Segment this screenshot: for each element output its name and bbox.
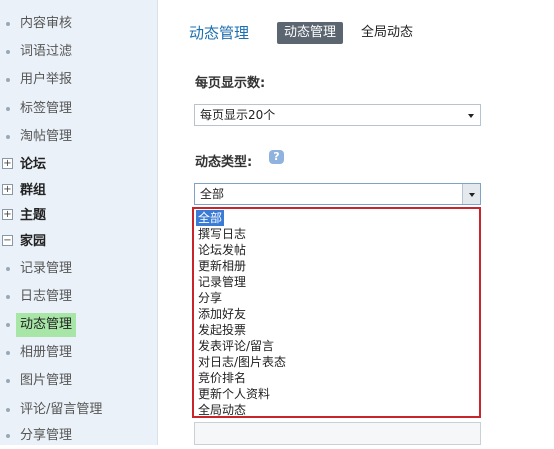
feed-type-dropdown-list: 全部 撰写日志 论坛发帖 更新相册 记录管理 分享 添加好友 发起投票 发表评论… [192,207,481,418]
sidebar-item-label: 日志管理 [20,289,73,304]
per-page-value: 每页显示20个 [200,108,276,122]
hidden-input-field[interactable] [194,422,481,445]
sidebar-group-label: 群组 [20,183,47,198]
sidebar: 内容审核 词语过滤 用户举报 标签管理 淘帖管理 + 论坛 + 群组 + 主题 … [0,0,158,445]
sidebar-group-label: 主题 [20,208,47,223]
sidebar-item-image-management[interactable]: 图片管理 [0,368,157,394]
page-title: 动态管理 [189,24,250,42]
bullet-icon [6,107,10,111]
bullet-icon [6,408,10,412]
sidebar-item-tag-management[interactable]: 标签管理 [0,96,157,122]
bullet-icon [6,135,10,139]
sidebar-item-label: 动态管理 [16,313,77,337]
sidebar-item-share-management[interactable]: 分享管理 [0,423,157,449]
sidebar-item-content-review[interactable]: 内容审核 [0,11,157,37]
expand-icon[interactable]: + [2,184,13,195]
dropdown-option[interactable]: 添加好友 [198,306,246,322]
bullet-icon [6,323,10,327]
tab-feed-management[interactable]: 动态管理 [277,22,344,44]
bullet-icon [6,22,10,26]
sidebar-item-label: 相册管理 [20,345,73,360]
sidebar-group-home[interactable]: − 家园 [0,229,157,255]
sidebar-item-label: 分享管理 [20,428,73,443]
dropdown-option[interactable]: 发表评论/留言 [198,338,274,354]
dropdown-option[interactable]: 竞价排名 [198,370,246,386]
dropdown-option[interactable]: 对日志/图片表态 [198,354,286,370]
sidebar-item-label: 图片管理 [20,373,73,388]
dropdown-option[interactable]: 记录管理 [198,274,246,290]
sidebar-item-blog-management[interactable]: 日志管理 [0,284,157,310]
expand-icon[interactable]: + [2,158,13,169]
sidebar-group-label: 论坛 [20,157,47,172]
dropdown-option[interactable]: 发起投票 [198,322,246,338]
sidebar-item-label: 标签管理 [20,101,73,116]
sidebar-group-forum[interactable]: + 论坛 [0,152,157,178]
dropdown-option[interactable]: 更新相册 [198,258,246,274]
chevron-down-icon [469,193,475,197]
bullet-icon [6,78,10,82]
feed-type-value: 全部 [200,187,225,201]
sidebar-item-label: 内容审核 [20,16,73,31]
sidebar-group-topics[interactable]: + 主题 [0,203,157,229]
help-icon[interactable]: ? [269,150,284,164]
sidebar-item-comment-management[interactable]: 评论/留言管理 [0,397,157,423]
expand-icon[interactable]: + [2,209,13,220]
dropdown-option[interactable]: 撰写日志 [198,226,246,242]
bullet-icon [6,50,10,54]
dropdown-option[interactable]: 更新个人资料 [198,386,270,402]
bullet-icon [6,434,10,438]
bullet-icon [6,351,10,355]
feed-type-select[interactable]: 全部 [194,183,481,205]
feed-type-label: 动态类型: [195,155,253,170]
sidebar-item-label: 用户举报 [20,72,73,87]
dropdown-option[interactable]: 论坛发帖 [198,242,246,258]
bullet-icon [6,295,10,299]
sidebar-item-album-management[interactable]: 相册管理 [0,340,157,366]
chevron-down-icon [468,114,474,118]
sidebar-item-label: 记录管理 [20,261,73,276]
collapse-icon[interactable]: − [2,235,13,246]
dropdown-button[interactable] [462,184,480,204]
sidebar-item-feed-management[interactable]: 动态管理 [0,312,157,338]
dropdown-option[interactable]: 全局动态 [198,402,246,418]
sidebar-group-groups[interactable]: + 群组 [0,178,157,204]
dropdown-option[interactable]: 分享 [198,290,222,306]
sidebar-item-label: 评论/留言管理 [20,402,103,417]
sidebar-item-collection-management[interactable]: 淘帖管理 [0,124,157,150]
sidebar-item-word-filter[interactable]: 词语过滤 [0,39,157,65]
sidebar-item-label: 词语过滤 [20,44,73,59]
sidebar-group-label: 家园 [20,234,47,249]
bullet-icon [6,267,10,271]
per-page-select[interactable]: 每页显示20个 [194,104,481,126]
sidebar-item-label: 淘帖管理 [20,129,73,144]
per-page-label: 每页显示数: [195,76,266,91]
dropdown-option[interactable]: 全部 [196,210,225,226]
tab-global-feed[interactable]: 全局动态 [361,22,413,44]
sidebar-item-record-management[interactable]: 记录管理 [0,256,157,282]
sidebar-item-user-report[interactable]: 用户举报 [0,67,157,93]
bullet-icon [6,379,10,383]
